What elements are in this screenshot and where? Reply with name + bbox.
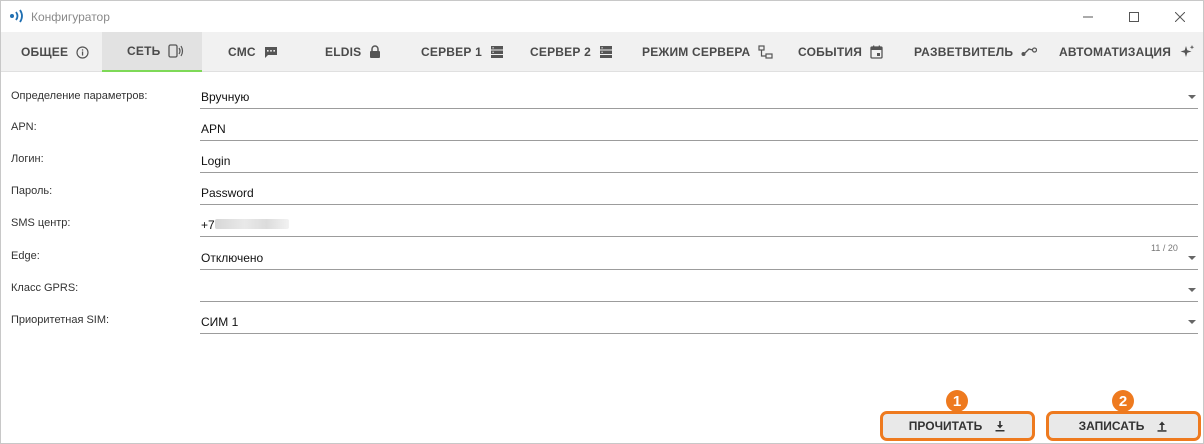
close-button[interactable]	[1157, 1, 1203, 32]
info-icon	[76, 45, 89, 59]
message-icon	[264, 46, 277, 58]
login-value: Login	[201, 154, 231, 168]
phone-signal-icon	[168, 44, 184, 58]
tab-automation[interactable]: АВТОМАТИЗАЦИЯ	[1059, 32, 1195, 72]
write-button-label: ЗАПИСАТЬ	[1078, 419, 1145, 433]
tab-label: СЕРВЕР 1	[421, 45, 482, 59]
app-window: Конфигуратор ОБЩЕЕ СЕТЬ СМС ELDIS СЕРВЕР…	[0, 0, 1204, 444]
tab-general[interactable]: ОБЩЕЕ	[21, 32, 89, 72]
param-detection-value: Вручную	[201, 90, 250, 104]
close-icon	[1175, 11, 1185, 22]
tab-label: СЕТЬ	[127, 44, 161, 58]
write-button[interactable]: ЗАПИСАТЬ	[1046, 411, 1201, 441]
priority-sim-value: СИМ 1	[201, 315, 239, 329]
server-icon	[490, 46, 503, 58]
read-button[interactable]: ПРОЧИТАТЬ	[880, 411, 1035, 441]
calendar-icon	[870, 45, 883, 59]
label-gprs-class: Класс GPRS:	[11, 282, 79, 294]
tab-bar: ОБЩЕЕ СЕТЬ СМС ELDIS СЕРВЕР 1 СЕРВЕР 2 Р…	[1, 32, 1203, 72]
tab-label: ОБЩЕЕ	[21, 45, 69, 59]
tab-events[interactable]: СОБЫТИЯ	[798, 32, 883, 72]
tab-label: СМС	[228, 45, 256, 59]
tab-server-mode[interactable]: РЕЖИМ СЕРВЕРА	[642, 32, 773, 72]
upload-icon	[1157, 421, 1167, 432]
step-badge-2: 2	[1112, 390, 1134, 412]
tab-network[interactable]: СЕТЬ	[102, 32, 202, 72]
gprs-class-select[interactable]	[200, 278, 1198, 302]
window-title: Конфигуратор	[31, 10, 110, 24]
minimize-icon	[1083, 16, 1093, 17]
tab-server-2[interactable]: СЕРВЕР 2	[530, 32, 613, 72]
lock-icon	[370, 45, 381, 58]
tab-server-1[interactable]: СЕРВЕР 1	[421, 32, 504, 72]
label-edge: Edge:	[11, 250, 40, 262]
label-priority-sim: Приоритетная SIM:	[11, 314, 110, 326]
step-badge-1: 1	[946, 390, 968, 412]
app-logo-icon	[10, 9, 23, 23]
sparkle-icon	[1180, 45, 1195, 57]
edge-select[interactable]: Отключено	[200, 246, 1198, 270]
tab-label: СОБЫТИЯ	[798, 45, 863, 59]
tab-eldis[interactable]: ELDIS	[325, 32, 381, 72]
password-value: Password	[201, 186, 254, 200]
tab-label: РЕЖИМ СЕРВЕРА	[642, 45, 751, 59]
splitter-icon	[1021, 47, 1038, 56]
label-param-detection: Определение параметров:	[11, 90, 148, 102]
network-icon	[758, 45, 773, 59]
label-apn: APN:	[11, 121, 37, 133]
server-icon	[599, 46, 612, 58]
dropdown-arrow-icon	[1188, 95, 1196, 99]
redacted-phone-number	[215, 219, 289, 229]
sms-center-field[interactable]: +7	[200, 213, 1198, 237]
tab-sms[interactable]: СМС	[228, 32, 278, 72]
label-sms-center: SMS центр:	[11, 217, 71, 229]
label-login: Логин:	[11, 153, 44, 165]
title-bar: Конфигуратор	[1, 1, 1203, 32]
apn-value: APN	[201, 122, 226, 136]
password-field[interactable]: Password	[200, 181, 1198, 205]
tab-label: АВТОМАТИЗАЦИЯ	[1059, 45, 1172, 59]
label-password: Пароль:	[11, 185, 53, 197]
tab-splitter[interactable]: РАЗВЕТВИТЕЛЬ	[914, 32, 1038, 72]
tab-label: РАЗВЕТВИТЕЛЬ	[914, 45, 1014, 59]
priority-sim-select[interactable]: СИМ 1	[200, 310, 1198, 334]
minimize-button[interactable]	[1065, 1, 1111, 32]
maximize-icon	[1129, 11, 1139, 22]
param-detection-select[interactable]: Вручную	[200, 85, 1198, 109]
apn-field[interactable]: APN	[200, 117, 1198, 141]
download-icon	[995, 421, 1005, 432]
dropdown-arrow-icon	[1188, 320, 1196, 324]
maximize-button[interactable]	[1111, 1, 1157, 32]
tab-label: ELDIS	[325, 45, 362, 59]
dropdown-arrow-icon	[1188, 256, 1196, 260]
dropdown-arrow-icon	[1188, 288, 1196, 292]
tab-label: СЕРВЕР 2	[530, 45, 591, 59]
sms-center-value: +7	[201, 218, 215, 232]
login-field[interactable]: Login	[200, 149, 1198, 173]
edge-value: Отключено	[201, 251, 264, 265]
read-button-label: ПРОЧИТАТЬ	[908, 419, 983, 433]
